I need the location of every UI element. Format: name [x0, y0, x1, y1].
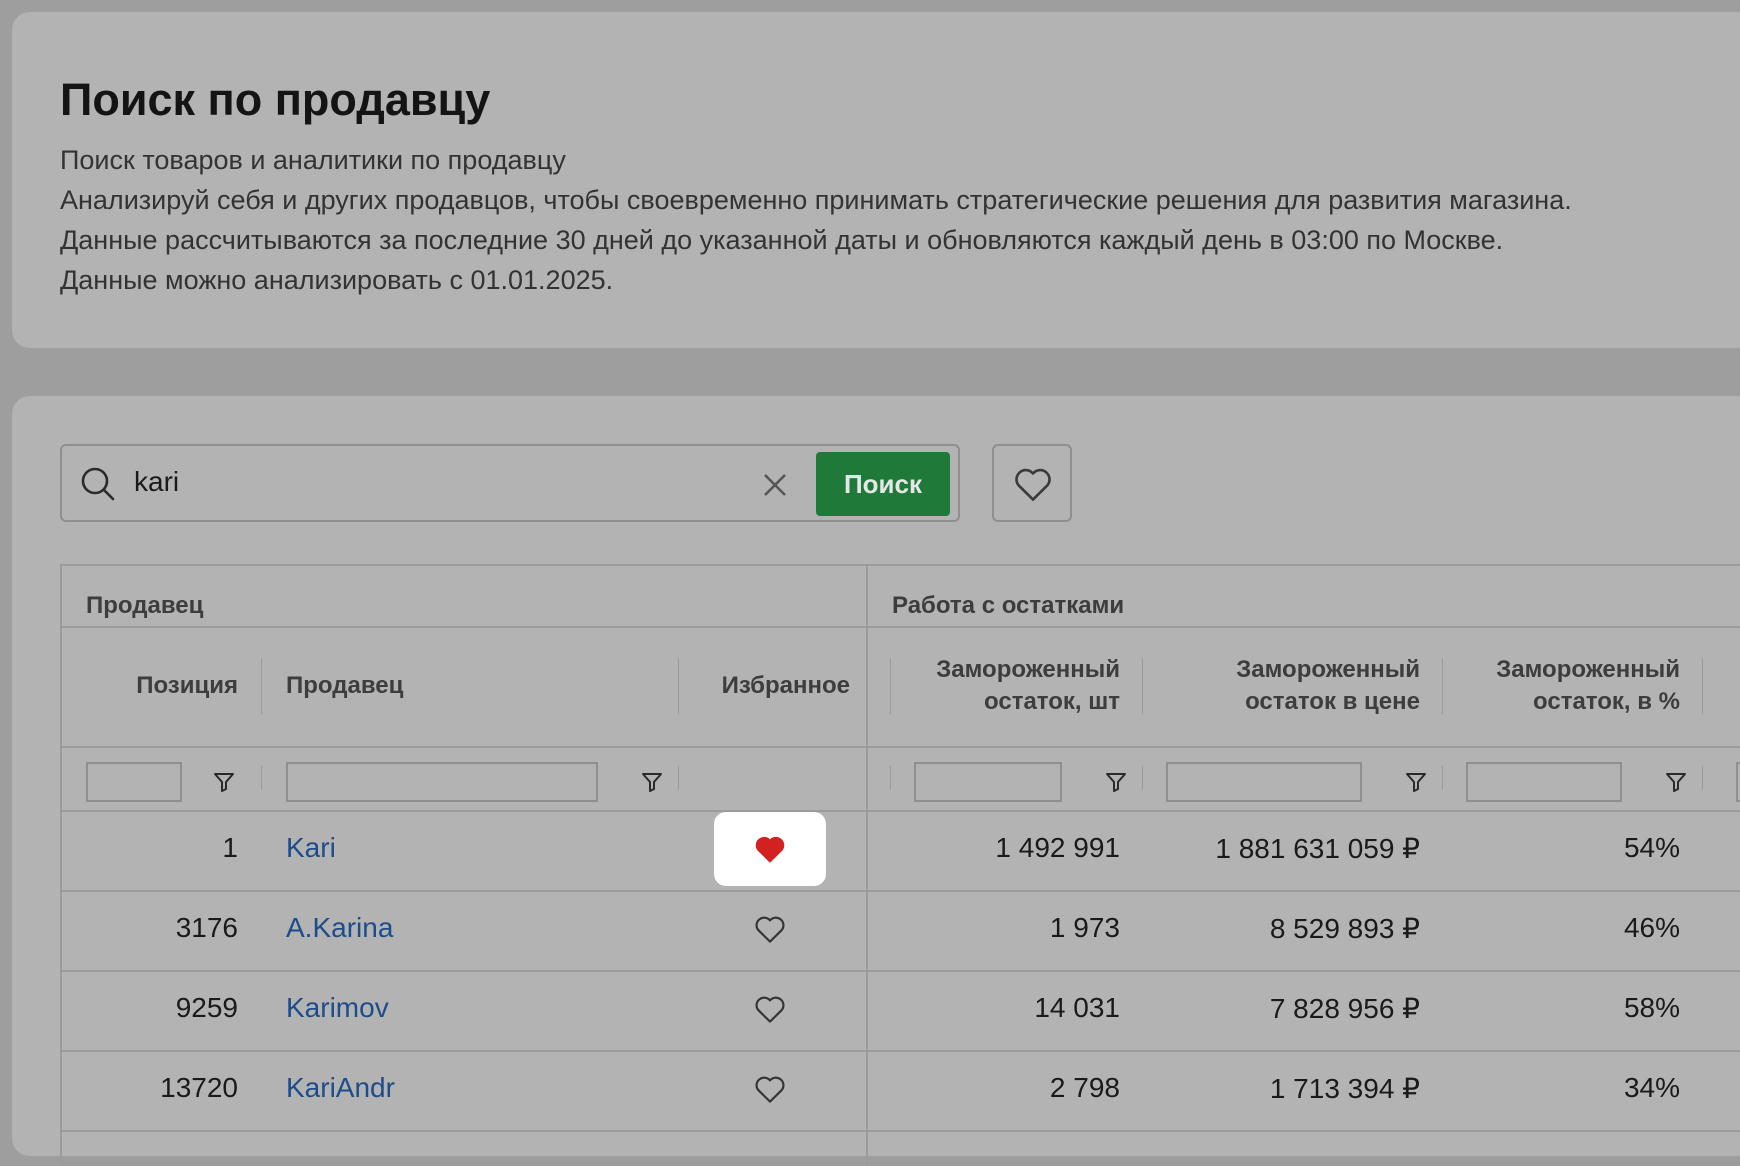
heart-filled-icon[interactable]: [754, 834, 786, 864]
group-header-stock: Работа с остатками: [892, 592, 1125, 619]
column-header-line: Замороженный: [1496, 656, 1680, 683]
favorite-toggle[interactable]: [714, 812, 826, 886]
filter-input-frozen-qty[interactable]: [914, 762, 1062, 802]
page-description: Поиск товаров и аналитики по продавцу Ан…: [60, 140, 1572, 300]
column-header-line: остаток, шт: [984, 688, 1120, 715]
column-header-line: Замороженный: [936, 656, 1120, 683]
cell-frozen-price: 8 529 893 ₽: [1269, 913, 1420, 944]
favorites-filter-button[interactable]: [992, 444, 1072, 522]
cell-position: 1: [222, 832, 238, 863]
filter-input-seller[interactable]: [286, 762, 598, 802]
column-header-line: остаток в цене: [1245, 688, 1420, 715]
description-line: Анализируй себя и других продавцов, чтоб…: [60, 185, 1572, 215]
cell-frozen-price: 1 881 631 059 ₽: [1215, 833, 1420, 864]
filter-icon[interactable]: [1664, 770, 1688, 794]
cell-frozen-qty: 1 492 991: [995, 832, 1120, 863]
cell-frozen-price: 7 828 956 ₽: [1269, 993, 1420, 1024]
search-input[interactable]: kari Поиск: [60, 444, 960, 522]
close-icon[interactable]: [760, 470, 790, 500]
column-header-line: остаток, в %: [1533, 688, 1680, 715]
favorite-toggle[interactable]: [714, 892, 826, 966]
filter-icon[interactable]: [1104, 770, 1128, 794]
cell-frozen-pct: 54%: [1623, 832, 1680, 863]
seller-link[interactable]: KariAndr: [286, 1072, 395, 1104]
search-button[interactable]: Поиск: [816, 452, 950, 516]
column-header-seller[interactable]: Продавец: [286, 670, 403, 702]
filter-input-position[interactable]: [86, 762, 182, 802]
main-card: kari Поиск Продавец Работа с остатками П…: [12, 396, 1740, 1166]
heart-outline-icon[interactable]: [754, 1074, 786, 1104]
filter-input-frozen-pct[interactable]: [1466, 762, 1622, 802]
cell-frozen-qty: 1 973: [1049, 912, 1120, 943]
description-line: Данные рассчитываются за последние 30 дн…: [60, 225, 1504, 255]
description-line: Данные можно анализировать с 01.01.2025.: [60, 265, 614, 295]
column-header-frozen-price[interactable]: Замороженный остаток в цене: [1152, 654, 1420, 718]
heart-outline-icon[interactable]: [754, 994, 786, 1024]
cell-position: 13720: [160, 1072, 238, 1103]
column-header-line: Замороженный: [1236, 656, 1420, 683]
column-header-frozen-qty[interactable]: Замороженный остаток, шт: [902, 654, 1120, 718]
info-card: Поиск по продавцу Поиск товаров и аналит…: [12, 12, 1740, 348]
cell-frozen-pct: 34%: [1623, 1072, 1680, 1103]
filter-icon[interactable]: [1404, 770, 1428, 794]
cell-frozen-price: 1 713 394 ₽: [1269, 1073, 1420, 1104]
seller-link[interactable]: Karimov: [286, 992, 389, 1024]
cell-frozen-pct: 58%: [1623, 992, 1680, 1023]
cell-frozen-pct: 46%: [1623, 912, 1680, 943]
description-line: Поиск товаров и аналитики по продавцу: [60, 145, 566, 175]
heart-outline-icon: [1015, 468, 1051, 501]
column-header-frozen-pct[interactable]: Замороженный остаток, в %: [1452, 654, 1680, 718]
favorite-toggle[interactable]: [714, 972, 826, 1046]
cell-position: 9259: [175, 992, 238, 1023]
cell-frozen-qty: 14 031: [1034, 992, 1120, 1023]
column-header-favorite[interactable]: Избранное: [682, 670, 850, 702]
page-title: Поиск по продавцу: [60, 74, 491, 125]
seller-link[interactable]: Kari: [286, 832, 336, 864]
search-icon: [81, 467, 115, 501]
cell-position: 3176: [175, 912, 238, 943]
cell-frozen-qty: 2 798: [1049, 1072, 1120, 1103]
favorite-toggle[interactable]: [714, 1052, 826, 1126]
filter-input-next[interactable]: [1736, 762, 1740, 802]
heart-outline-icon[interactable]: [754, 914, 786, 944]
sellers-table: Продавец Работа с остатками Позиция Прод…: [60, 564, 1740, 1166]
filter-icon[interactable]: [640, 770, 664, 794]
search-value[interactable]: kari: [134, 466, 179, 498]
seller-link[interactable]: A.Karina: [286, 912, 393, 944]
column-header-position[interactable]: Позиция: [82, 670, 238, 702]
filter-input-frozen-price[interactable]: [1166, 762, 1362, 802]
group-header-seller: Продавец: [86, 592, 204, 619]
filter-icon[interactable]: [212, 770, 236, 794]
